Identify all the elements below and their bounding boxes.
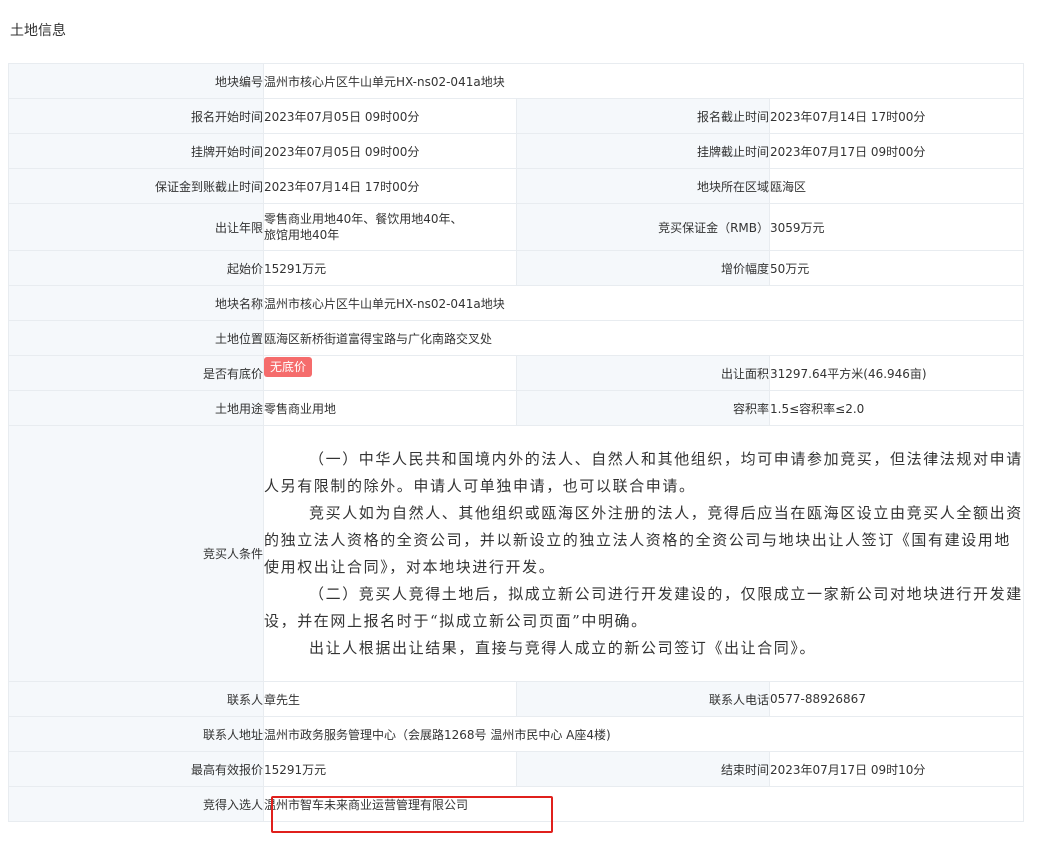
start-price-value: 15291万元 <box>263 250 517 286</box>
row-term: 出让年限 零售商业用地40年、餐饮用地40年、 旅馆用地40年 竞买保证金（RM… <box>8 203 1025 251</box>
row-winner: 竞得入选人 温州市智车未来商业运营管理有限公司 <box>8 786 1025 822</box>
parcel-name-label: 地块名称 <box>8 285 264 321</box>
district-value: 瓯海区 <box>768 168 1025 204</box>
conditions-paragraph-2: 竞买人如为自然人、其他组织或瓯海区外注册的法人，竞得后应当在瓯海区设立由竞买人全… <box>264 503 1023 576</box>
signup-start-value: 2023年07月05日 09时00分 <box>263 98 517 134</box>
conditions-label: 竞买人条件 <box>8 425 264 682</box>
signup-end-value: 2023年07月14日 17时00分 <box>768 98 1025 134</box>
conditions-paragraph-1: （一）中华人民共和国境内外的法人、自然人和其他组织，均可申请参加竞买，但法律法规… <box>264 449 1023 495</box>
end-time-label: 结束时间 <box>516 751 770 787</box>
top-bid-label: 最高有效报价 <box>8 751 264 787</box>
plot-ratio-value: 1.5≤容积率≤2.0 <box>768 390 1025 426</box>
phone-value: 0577-88926867 <box>768 681 1025 717</box>
deposit-deadline-label: 保证金到账截止时间 <box>8 168 264 204</box>
listing-end-label: 挂牌截止时间 <box>516 133 770 169</box>
section-title: 土地信息 <box>10 23 66 39</box>
parcel-no-value: 温州市核心片区牛山单元HX-ns02-041a地块 <box>262 63 1025 99</box>
conditions-text: （一）中华人民共和国境内外的法人、自然人和其他组织，均可申请参加竞买，但法律法规… <box>262 425 1025 682</box>
parcel-no-label: 地块编号 <box>8 63 264 99</box>
row-listing: 挂牌开始时间 2023年07月05日 09时00分 挂牌截止时间 2023年07… <box>8 133 1025 169</box>
term-label: 出让年限 <box>8 203 264 251</box>
term-value-line2: 旅馆用地40年 <box>264 228 340 242</box>
term-value-line1: 零售商业用地40年、餐饮用地40年、 <box>264 212 463 226</box>
listing-start-value: 2023年07月05日 09时00分 <box>263 133 517 169</box>
row-top-bid: 最高有效报价 15291万元 结束时间 2023年07月17日 09时10分 <box>8 751 1025 787</box>
deposit-value: 3059万元 <box>768 203 1025 251</box>
parcel-name-value: 温州市核心片区牛山单元HX-ns02-041a地块 <box>262 285 1025 321</box>
row-parcel-name: 地块名称 温州市核心片区牛山单元HX-ns02-041a地块 <box>8 285 1025 321</box>
plot-ratio-label: 容积率 <box>516 390 770 426</box>
row-contact: 联系人 章先生 联系人电话 0577-88926867 <box>8 681 1025 717</box>
row-usage: 土地用途 零售商业用地 容积率 1.5≤容积率≤2.0 <box>8 390 1025 426</box>
winner-value: 温州市智车未来商业运营管理有限公司 <box>262 786 1025 822</box>
contact-label: 联系人 <box>8 681 264 717</box>
address-value: 温州市政务服务管理中心（会展路1268号 温州市民中心 A座4楼) <box>262 716 1025 752</box>
row-deposit-deadline: 保证金到账截止时间 2023年07月14日 17时00分 地块所在区域 瓯海区 <box>8 168 1025 204</box>
term-value: 零售商业用地40年、餐饮用地40年、 旅馆用地40年 <box>263 203 517 251</box>
location-value: 瓯海区新桥街道富得宝路与广化南路交叉处 <box>262 320 1025 356</box>
area-label: 出让面积 <box>516 355 770 391</box>
area-value: 31297.64平方米(46.946亩) <box>768 355 1025 391</box>
row-signup: 报名开始时间 2023年07月05日 09时00分 报名截止时间 2023年07… <box>8 98 1025 134</box>
row-location: 土地位置 瓯海区新桥街道富得宝路与广化南路交叉处 <box>8 320 1025 356</box>
deposit-deadline-value: 2023年07月14日 17时00分 <box>263 168 517 204</box>
land-info-table: 地块编号 温州市核心片区牛山单元HX-ns02-041a地块 报名开始时间 20… <box>8 63 1025 822</box>
row-address: 联系人地址 温州市政务服务管理中心（会展路1268号 温州市民中心 A座4楼) <box>8 716 1025 752</box>
reserve-price-cell: 无底价 <box>263 355 517 391</box>
increment-label: 增价幅度 <box>516 250 770 286</box>
listing-end-value: 2023年07月17日 09时00分 <box>768 133 1025 169</box>
increment-value: 50万元 <box>768 250 1025 286</box>
district-label: 地块所在区域 <box>516 168 770 204</box>
signup-start-label: 报名开始时间 <box>8 98 264 134</box>
end-time-value: 2023年07月17日 09时10分 <box>768 751 1025 787</box>
row-parcel-no: 地块编号 温州市核心片区牛山单元HX-ns02-041a地块 <box>8 63 1025 99</box>
usage-label: 土地用途 <box>8 390 264 426</box>
conditions-paragraph-3: （二）竞买人竞得土地后，拟成立新公司进行开发建设的，仅限成立一家新公司对地块进行… <box>264 584 1023 630</box>
conditions-paragraph-4: 出让人根据出让结果，直接与竞得人成立的新公司签订《出让合同》。 <box>309 638 817 657</box>
signup-end-label: 报名截止时间 <box>516 98 770 134</box>
phone-label: 联系人电话 <box>516 681 770 717</box>
row-start-price: 起始价 15291万元 增价幅度 50万元 <box>8 250 1025 286</box>
top-bid-value: 15291万元 <box>263 751 517 787</box>
reserve-price-label: 是否有底价 <box>8 355 264 391</box>
listing-start-label: 挂牌开始时间 <box>8 133 264 169</box>
no-reserve-badge: 无底价 <box>264 357 313 377</box>
row-conditions: 竞买人条件 （一）中华人民共和国境内外的法人、自然人和其他组织，均可申请参加竞买… <box>8 425 1025 682</box>
address-label: 联系人地址 <box>8 716 264 752</box>
location-label: 土地位置 <box>8 320 264 356</box>
deposit-label: 竞买保证金（RMB） <box>516 203 770 251</box>
row-reserve: 是否有底价 无底价 出让面积 31297.64平方米(46.946亩) <box>8 355 1025 391</box>
usage-value: 零售商业用地 <box>263 390 517 426</box>
contact-value: 章先生 <box>263 681 517 717</box>
start-price-label: 起始价 <box>8 250 264 286</box>
winner-label: 竞得入选人 <box>8 786 264 822</box>
